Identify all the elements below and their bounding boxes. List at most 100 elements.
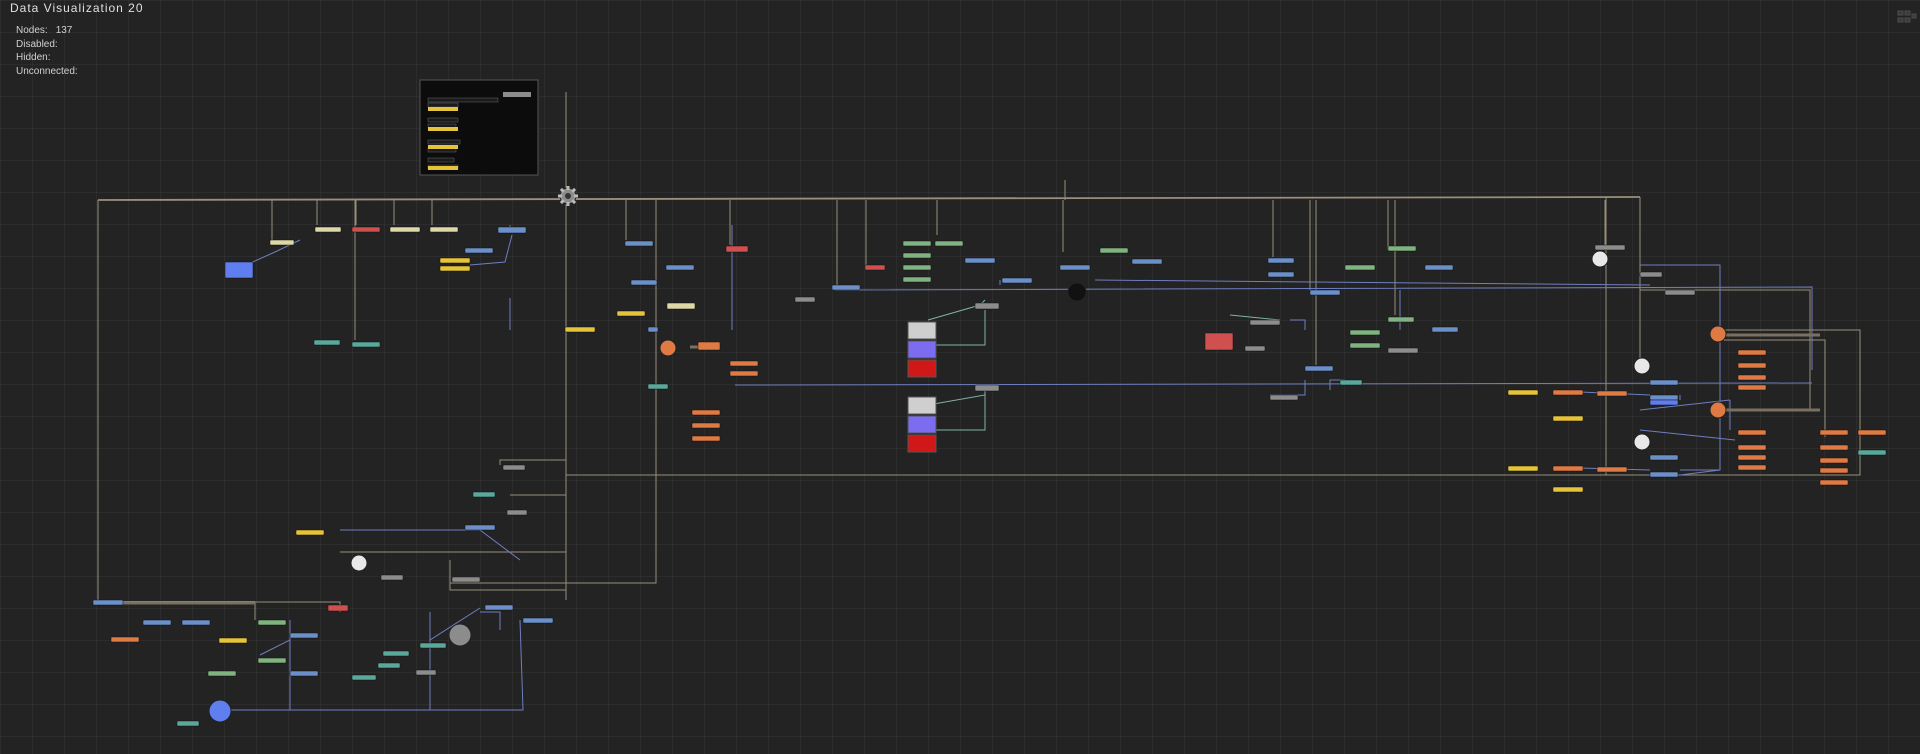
graph-node-circle[interactable] (1591, 250, 1609, 268)
graph-node[interactable] (691, 422, 721, 429)
image-preview-node[interactable] (907, 434, 937, 453)
graph-node[interactable] (1596, 390, 1628, 397)
graph-node[interactable] (1552, 389, 1584, 396)
graph-node[interactable] (691, 435, 721, 442)
graph-node[interactable] (666, 302, 696, 310)
graph-node[interactable] (1649, 399, 1679, 406)
graph-node-circle[interactable] (448, 623, 472, 647)
graph-node[interactable] (502, 464, 526, 471)
graph-node[interactable] (1649, 394, 1679, 401)
graph-node[interactable] (1387, 316, 1415, 323)
graph-node[interactable] (1857, 429, 1887, 436)
graph-node[interactable] (1596, 466, 1628, 473)
graph-node[interactable] (429, 226, 459, 233)
graph-node[interactable] (1737, 349, 1767, 356)
graph-node[interactable] (92, 599, 124, 606)
graph-node[interactable] (1001, 277, 1033, 284)
graph-node[interactable] (974, 384, 1000, 392)
graph-node[interactable] (1737, 444, 1767, 451)
graph-node[interactable] (1737, 429, 1767, 436)
graph-node[interactable] (1737, 374, 1767, 381)
graph-node[interactable] (464, 524, 496, 531)
graph-node[interactable] (1304, 365, 1334, 372)
graph-node[interactable] (902, 264, 932, 271)
graph-node[interactable] (1649, 454, 1679, 461)
graph-node[interactable] (1737, 384, 1767, 391)
graph-node[interactable] (451, 576, 481, 583)
graph-node[interactable] (181, 619, 211, 626)
graph-node[interactable] (464, 247, 494, 254)
graph-node[interactable] (1649, 471, 1679, 478)
graph-node[interactable] (1552, 465, 1584, 472)
image-preview-node[interactable] (907, 340, 937, 359)
graph-node[interactable] (351, 226, 381, 233)
graph-node[interactable] (1819, 457, 1849, 464)
graph-node[interactable] (1857, 449, 1887, 456)
graph-node[interactable] (1309, 289, 1341, 296)
graph-node[interactable] (207, 670, 237, 677)
graph-node-circle[interactable] (350, 554, 368, 572)
graph-node[interactable] (1349, 329, 1381, 336)
graph-node[interactable] (1594, 244, 1626, 251)
graph-node[interactable] (1387, 245, 1417, 252)
graph-node[interactable] (289, 632, 319, 639)
graph-node[interactable] (1424, 264, 1454, 271)
graph-node[interactable] (1737, 362, 1767, 369)
graph-node[interactable] (1819, 479, 1849, 486)
image-preview-node[interactable] (907, 396, 937, 415)
graph-node[interactable] (1819, 429, 1849, 436)
graph-node[interactable] (934, 240, 964, 247)
graph-node[interactable] (1244, 345, 1266, 352)
graph-node[interactable] (1267, 257, 1295, 264)
graph-node[interactable] (497, 226, 527, 234)
graph-node[interactable] (902, 276, 932, 283)
graph-node[interactable] (313, 339, 341, 346)
graph-node[interactable] (377, 662, 401, 669)
graph-node-circle[interactable] (659, 339, 677, 357)
graph-node[interactable] (351, 341, 381, 348)
graph-node-circle[interactable] (1709, 401, 1727, 419)
graph-node[interactable] (484, 604, 514, 611)
graph-node[interactable] (257, 657, 287, 664)
graph-node[interactable] (224, 261, 254, 279)
graph-node[interactable] (1552, 486, 1584, 493)
graph-node[interactable] (1819, 444, 1849, 451)
graph-node[interactable] (1552, 415, 1584, 422)
graph-node[interactable] (1204, 332, 1234, 351)
graph-node[interactable] (419, 642, 447, 649)
graph-node[interactable] (439, 257, 471, 264)
graph-node[interactable] (902, 252, 932, 259)
graph-node[interactable] (142, 619, 172, 626)
graph-node[interactable] (380, 574, 404, 581)
graph-node[interactable] (1269, 394, 1299, 401)
graph-node[interactable] (616, 310, 646, 317)
graph-node-circle[interactable] (1633, 357, 1651, 375)
graph-node[interactable] (1819, 467, 1849, 474)
graph-node[interactable] (729, 360, 759, 367)
graph-node[interactable] (257, 619, 287, 626)
graph-node[interactable] (1737, 454, 1767, 461)
graph-node[interactable] (415, 669, 437, 676)
graph-node[interactable] (1344, 264, 1376, 271)
graph-node[interactable] (176, 720, 200, 727)
graph-node[interactable] (1507, 465, 1539, 472)
graph-node[interactable] (1649, 379, 1679, 386)
graph-node[interactable] (289, 670, 319, 677)
graph-node[interactable] (691, 409, 721, 416)
graph-node-circle[interactable] (1633, 433, 1651, 451)
graph-node[interactable] (218, 637, 248, 644)
graph-node[interactable] (1267, 271, 1295, 278)
graph-node-circle[interactable] (208, 699, 232, 723)
node-layer[interactable] (92, 187, 1887, 727)
graph-node[interactable] (506, 509, 528, 516)
graph-node[interactable] (964, 257, 996, 264)
graph-node[interactable] (269, 239, 295, 246)
graph-node[interactable] (351, 674, 377, 681)
graph-node[interactable] (1431, 326, 1459, 333)
graph-node-circle[interactable] (1067, 282, 1087, 302)
graph-node-circle[interactable] (1709, 325, 1727, 343)
graph-node[interactable] (831, 284, 861, 291)
graph-node[interactable] (472, 491, 496, 498)
graph-node[interactable] (725, 245, 749, 253)
graph-node[interactable] (729, 370, 759, 377)
